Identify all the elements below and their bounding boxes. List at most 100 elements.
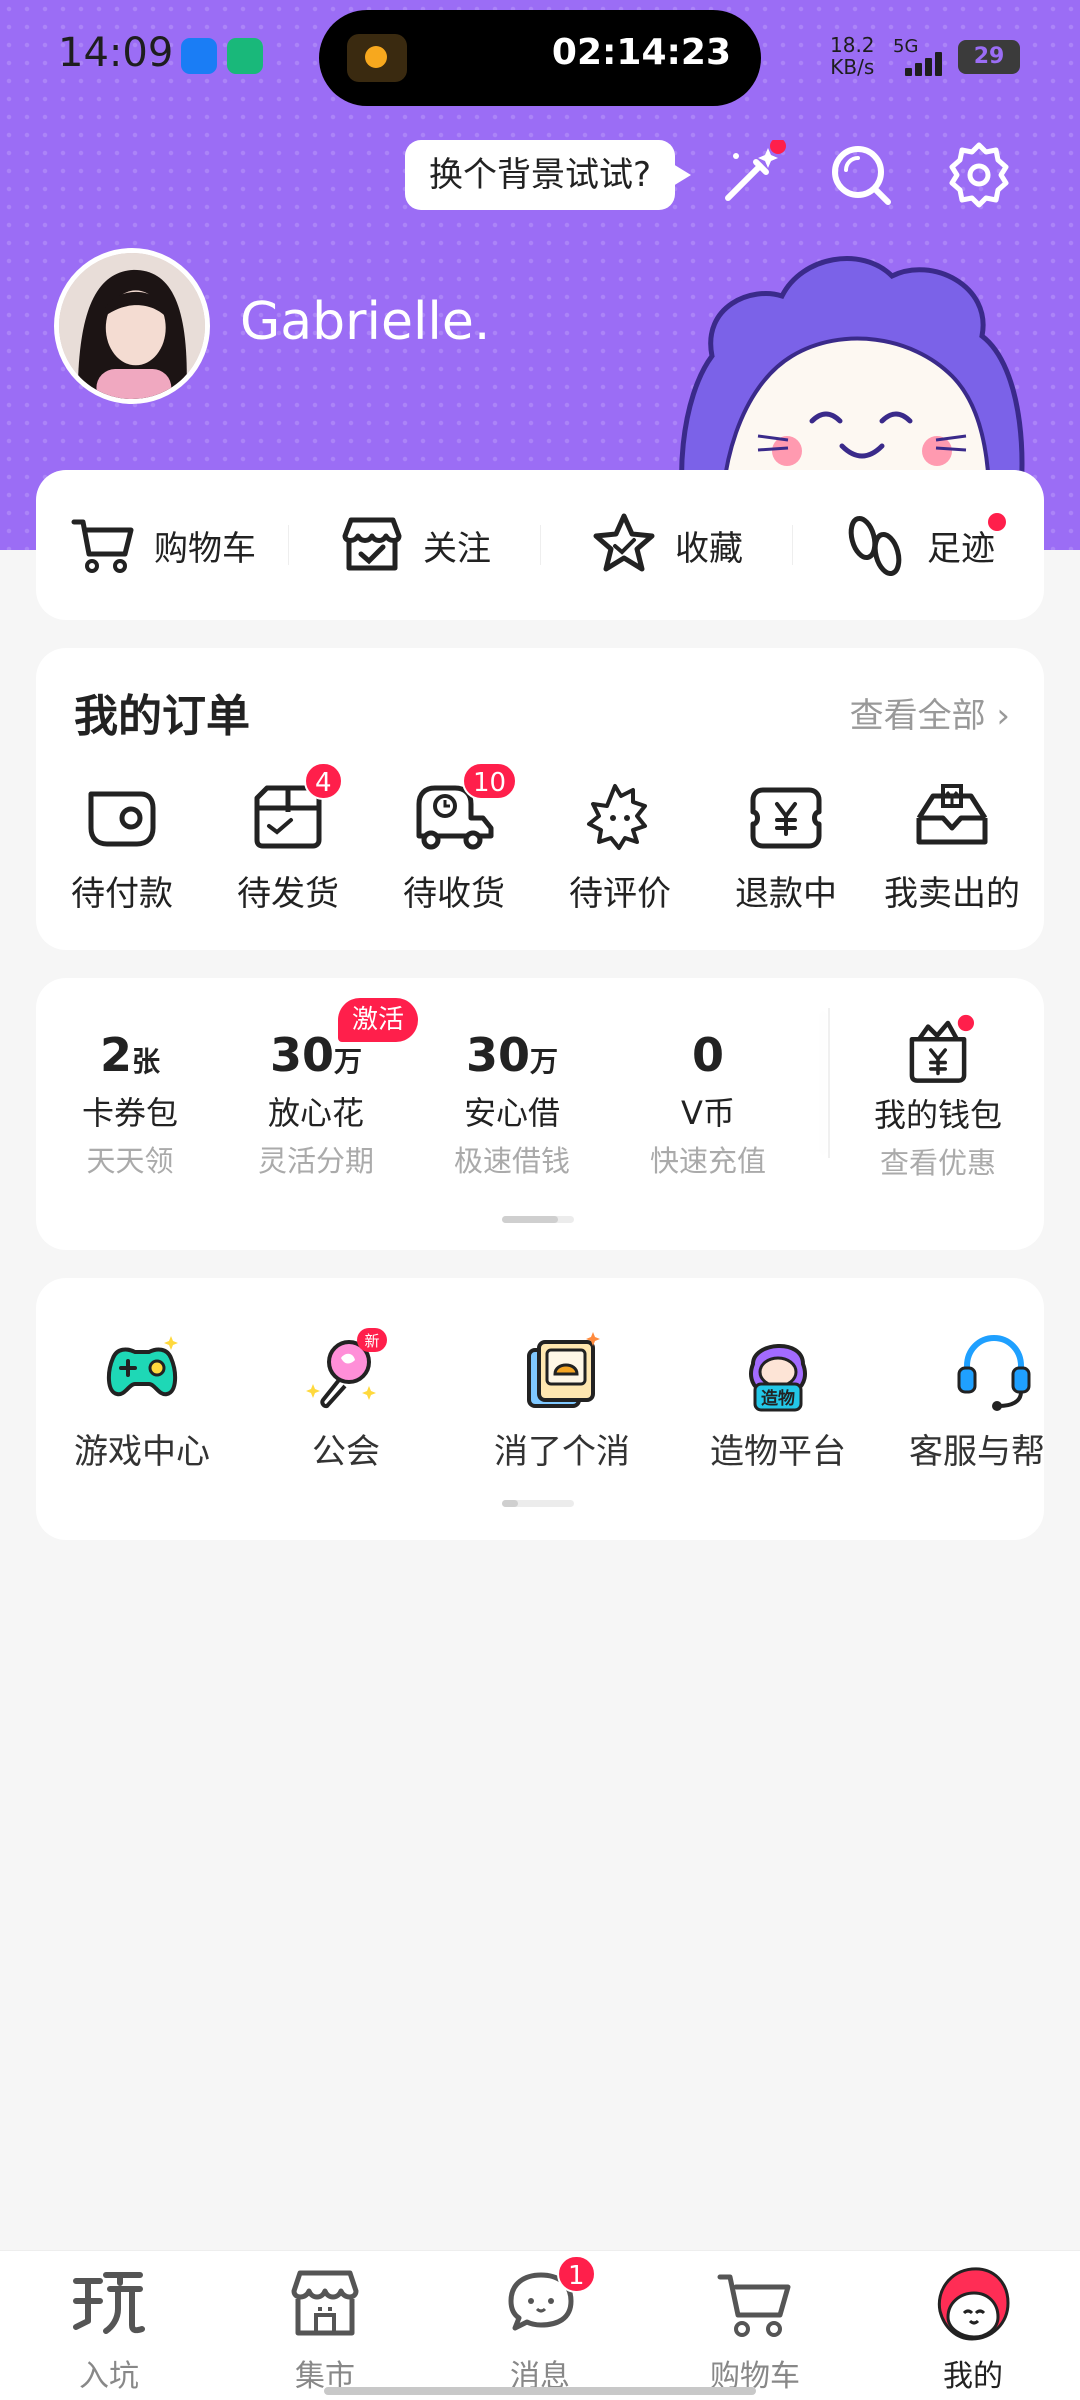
my-wallet-sub: 查看优惠 <box>879 1146 996 1180</box>
review-bubble-icon <box>587 784 647 850</box>
change-background-tip[interactable]: 换个背景试试? <box>405 140 692 210</box>
services-card: 游戏中心 新 公会 消了个消 造物 造物平台 客服与帮 <box>36 1278 1044 1540</box>
service-creator-platform[interactable]: 造物 造物平台 <box>678 1328 878 1473</box>
wallet-item-sub: 快速充值 <box>649 1144 766 1178</box>
order-pending-receipt[interactable]: 待收货 10 <box>374 762 534 915</box>
net-speed: 18.2 KB/s <box>830 34 875 78</box>
quick-link-label: 收藏 <box>675 528 743 569</box>
wallet-item-sub: 灵活分期 <box>257 1144 374 1178</box>
quick-link-footprint[interactable]: 足迹 <box>792 513 1044 577</box>
order-label: 退款中 <box>735 874 837 914</box>
wallet-item-vcoin[interactable]: 0 V币 快速充值 <box>618 1028 798 1180</box>
wallet-item-sub: 天天领 <box>86 1144 174 1178</box>
quick-link-label: 足迹 <box>927 528 995 569</box>
coupon-unit: 张 <box>132 1045 161 1078</box>
settings-gear-icon[interactable] <box>944 140 1014 210</box>
wallet-scroll-indicator <box>502 1216 574 1223</box>
service-guild[interactable]: 新 公会 <box>246 1328 446 1473</box>
timer-icon <box>347 34 407 82</box>
net-speed-unit: KB/s <box>830 55 875 79</box>
store-follow-icon <box>342 517 402 571</box>
coupon-count: 2 <box>99 1028 132 1082</box>
nav-tab-messages[interactable]: 消息 1 <box>465 2255 615 2395</box>
market-icon <box>291 2270 359 2336</box>
order-label: 待收货 <box>403 874 505 914</box>
app-notification-icon <box>181 38 217 74</box>
quick-link-follow[interactable]: 关注 <box>288 515 540 575</box>
iqiyi-notification-icon <box>227 38 263 74</box>
bottom-navigation: 入坑 集市 消息 1 购物车 我的 <box>0 2250 1080 2400</box>
wallet-yen-icon <box>909 1014 974 1083</box>
order-pending-shipment[interactable]: 待发货 4 <box>208 762 368 915</box>
messages-badge: 1 <box>557 2255 596 2293</box>
activate-tag[interactable]: 激活 <box>338 998 419 1042</box>
lightstick-icon: 新 <box>306 1328 387 1409</box>
pending-shipment-badge: 4 <box>304 762 343 800</box>
loan-amount: 30 <box>465 1028 530 1082</box>
service-label: 客服与帮助 <box>909 1432 1044 1472</box>
quick-link-label: 购物车 <box>154 528 256 569</box>
finance-card: 2张 卡券包 天天领 30万 放心花 灵活分期 激活 30万 安心借 极速借钱 … <box>36 978 1044 1250</box>
home-indicator[interactable] <box>324 2387 756 2395</box>
nav-label: 入坑 <box>79 2359 139 2394</box>
status-time: 14:09 <box>58 30 174 76</box>
nav-label: 我的 <box>943 2359 1003 2394</box>
wallet-item-anxinjie[interactable]: 30万 安心借 极速借钱 <box>422 1028 602 1180</box>
new-tag: 新 <box>364 1332 379 1350</box>
star-icon <box>593 513 655 572</box>
nav-tab-cart[interactable]: 购物车 <box>680 2261 830 2395</box>
wallet-item-name: 卡券包 <box>81 1094 178 1132</box>
net-speed-value: 18.2 <box>830 33 875 57</box>
footprint-icon <box>848 515 902 577</box>
order-refunding[interactable]: 退款中 <box>706 778 866 915</box>
creator-avatar-icon: 造物 <box>749 1344 807 1412</box>
refund-yen-icon <box>750 787 822 849</box>
gamepad-icon <box>106 1336 178 1397</box>
dynamic-island-timer[interactable]: 02:14:23 <box>319 10 761 106</box>
wallet-item-name: V币 <box>681 1094 735 1132</box>
credit-amount: 30 <box>269 1028 334 1082</box>
service-game-center[interactable]: 游戏中心 <box>42 1328 242 1473</box>
wallet-item-sub: 极速借钱 <box>453 1144 570 1178</box>
wallet-item-coupons[interactable]: 2张 卡券包 天天领 <box>40 1028 220 1180</box>
quick-links-card: 购物车 关注 收藏 足迹 <box>36 470 1044 620</box>
wallet-pay-icon <box>88 791 156 847</box>
wallet-divider <box>828 1008 830 1158</box>
quick-link-favorites[interactable]: 收藏 <box>540 513 792 575</box>
nav-tab-market[interactable]: 集市 <box>250 2261 400 2395</box>
chevron-right-icon: › <box>996 696 1010 736</box>
search-icon[interactable] <box>826 140 896 210</box>
profile-mascot-icon <box>937 2267 1010 2341</box>
my-wallet-label: 我的钱包 <box>873 1096 1002 1134</box>
orders-title: 我的订单 <box>74 691 250 742</box>
wallet-item-fangxinhua[interactable]: 30万 放心花 灵活分期 <box>226 1028 406 1180</box>
order-pending-review[interactable]: 待评价 <box>540 778 700 915</box>
magic-wand-icon[interactable] <box>716 140 786 210</box>
my-wallet-button[interactable]: 我的钱包 查看优惠 <box>848 1014 1028 1182</box>
quick-link-cart[interactable]: 购物车 <box>36 515 288 575</box>
service-label: 消了个消 <box>494 1432 630 1472</box>
nav-tab-mine[interactable]: 我的 <box>898 2261 1048 2395</box>
timer-countdown: 02:14:23 <box>551 32 731 73</box>
service-xiaolegexiao[interactable]: 消了个消 <box>462 1328 662 1473</box>
wallet-item-name: 放心花 <box>267 1094 364 1132</box>
order-label: 待付款 <box>71 874 173 914</box>
service-label: 游戏中心 <box>74 1432 210 1472</box>
service-customer-support[interactable]: 客服与帮助 <box>894 1328 1044 1473</box>
puzzle-card-icon <box>527 1332 600 1408</box>
order-sold[interactable]: 我卖出的 <box>872 778 1032 915</box>
nav-tab-rukeng[interactable]: 入坑 <box>34 2261 184 2395</box>
view-all-orders-link[interactable]: 查看全部 › <box>850 688 1010 737</box>
credit-unit: 万 <box>334 1045 363 1078</box>
play-icon <box>73 2272 145 2334</box>
view-all-label: 查看全部 <box>849 696 986 736</box>
cart-icon <box>71 519 134 573</box>
footprint-red-dot <box>988 513 1006 531</box>
order-pending-payment[interactable]: 待付款 <box>42 778 202 915</box>
loan-unit: 万 <box>530 1045 559 1078</box>
user-avatar[interactable] <box>54 248 210 404</box>
service-label: 造物平台 <box>710 1432 846 1472</box>
username[interactable]: Gabrielle. <box>240 292 490 352</box>
sold-box-icon <box>916 784 988 845</box>
vcoin-balance: 0 <box>691 1028 724 1082</box>
